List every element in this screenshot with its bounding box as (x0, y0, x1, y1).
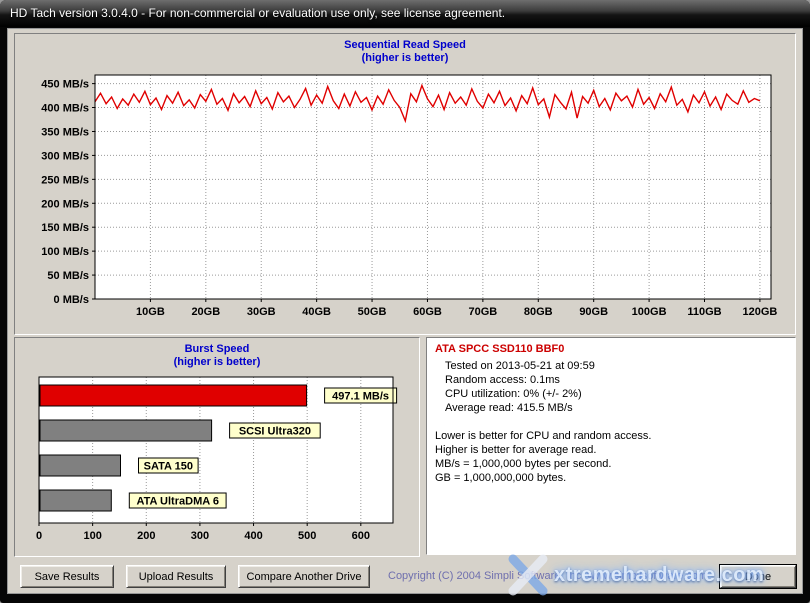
svg-text:350 MB/s: 350 MB/s (41, 126, 89, 138)
sequential-read-panel: Sequential Read Speed (higher is better)… (14, 33, 796, 335)
svg-text:20GB: 20GB (191, 306, 220, 318)
window-title: HD Tach version 3.0.4.0 - For non-commer… (10, 6, 506, 20)
svg-text:30GB: 30GB (247, 306, 276, 318)
drive-name: ATA SPCC SSD110 BBF0 (435, 343, 565, 355)
compare-another-drive-button[interactable]: Compare Another Drive (238, 565, 370, 588)
svg-text:450 MB/s: 450 MB/s (41, 79, 89, 91)
save-results-button[interactable]: Save Results (20, 565, 114, 588)
sequential-chart-subtitle: (higher is better) (361, 52, 449, 64)
svg-text:500: 500 (298, 530, 316, 542)
done-button[interactable]: Done (720, 565, 796, 588)
copyright-text: Copyright (C) 2004 Simpli Software, Inc.… (388, 570, 708, 582)
drive-info-panel: ATA SPCC SSD110 BBF0 Tested on 2013-05-2… (426, 337, 796, 555)
info-note-gb: GB = 1,000,000,000 bytes. (435, 472, 567, 484)
svg-text:400 MB/s: 400 MB/s (41, 103, 89, 115)
sequential-read-chart: 10GB 20GB 30GB 40GB 50GB 60GB 70GB 80GB 90GB 100G… (41, 74, 777, 318)
burst-speed-panel: Burst Speed (higher is better) 0 100 200 30… (14, 337, 420, 557)
svg-text:0: 0 (36, 530, 42, 542)
upload-results-button[interactable]: Upload Results (126, 565, 226, 588)
svg-text:60GB: 60GB (413, 306, 442, 318)
svg-text:200 MB/s: 200 MB/s (41, 198, 89, 210)
svg-text:400: 400 (244, 530, 262, 542)
svg-text:40GB: 40GB (302, 306, 331, 318)
info-note-mbs: MB/s = 1,000,000 bytes per second. (435, 458, 612, 470)
svg-text:300 MB/s: 300 MB/s (41, 150, 89, 162)
svg-text:120GB: 120GB (742, 306, 777, 318)
svg-text:100: 100 (83, 530, 101, 542)
svg-text:50GB: 50GB (358, 306, 387, 318)
info-random-access: Random access: 0.1ms (445, 374, 560, 386)
svg-text:10GB: 10GB (136, 306, 165, 318)
svg-text:150 MB/s: 150 MB/s (41, 222, 89, 234)
svg-text:80GB: 80GB (524, 306, 553, 318)
svg-text:100GB: 100GB (632, 306, 667, 318)
info-average-read: Average read: 415.5 MB/s (445, 402, 573, 414)
info-cpu-utilization: CPU utilization: 0% (+/- 2%) (445, 388, 582, 400)
client-area: Sequential Read Speed (higher is better)… (7, 28, 803, 596)
svg-text:SCSI Ultra320: SCSI Ultra320 (239, 426, 311, 438)
info-note-higher: Higher is better for average read. (435, 444, 597, 456)
titlebar[interactable]: HD Tach version 3.0.4.0 - For non-commer… (0, 0, 810, 27)
svg-text:90GB: 90GB (579, 306, 608, 318)
info-note-lower: Lower is better for CPU and random acces… (435, 430, 652, 442)
svg-text:70GB: 70GB (468, 306, 497, 318)
svg-text:300: 300 (191, 530, 209, 542)
svg-text:100 MB/s: 100 MB/s (41, 246, 89, 258)
svg-text:0 MB/s: 0 MB/s (54, 294, 89, 306)
svg-text:600: 600 (352, 530, 370, 542)
svg-text:497.1 MB/s: 497.1 MB/s (332, 391, 389, 403)
hdtach-window: HD Tach version 3.0.4.0 - For non-commer… (0, 0, 810, 603)
burst-chart-subtitle: (higher is better) (173, 356, 261, 368)
burst-speed-chart: 0 100 200 300 400 500 600 497.1 MB/s SCSI Ultra3… (36, 376, 398, 542)
svg-text:250 MB/s: 250 MB/s (41, 174, 89, 186)
svg-text:SATA 150: SATA 150 (144, 461, 193, 473)
sequential-chart-title: Sequential Read Speed (344, 39, 466, 51)
svg-text:200: 200 (137, 530, 155, 542)
info-blank-line (435, 415, 787, 429)
svg-text:50 MB/s: 50 MB/s (47, 270, 89, 282)
svg-text:110GB: 110GB (687, 306, 721, 318)
burst-chart-title: Burst Speed (184, 343, 250, 355)
svg-text:ATA UltraDMA 6: ATA UltraDMA 6 (136, 496, 219, 508)
info-tested-on: Tested on 2013-05-21 at 09:59 (445, 360, 595, 372)
